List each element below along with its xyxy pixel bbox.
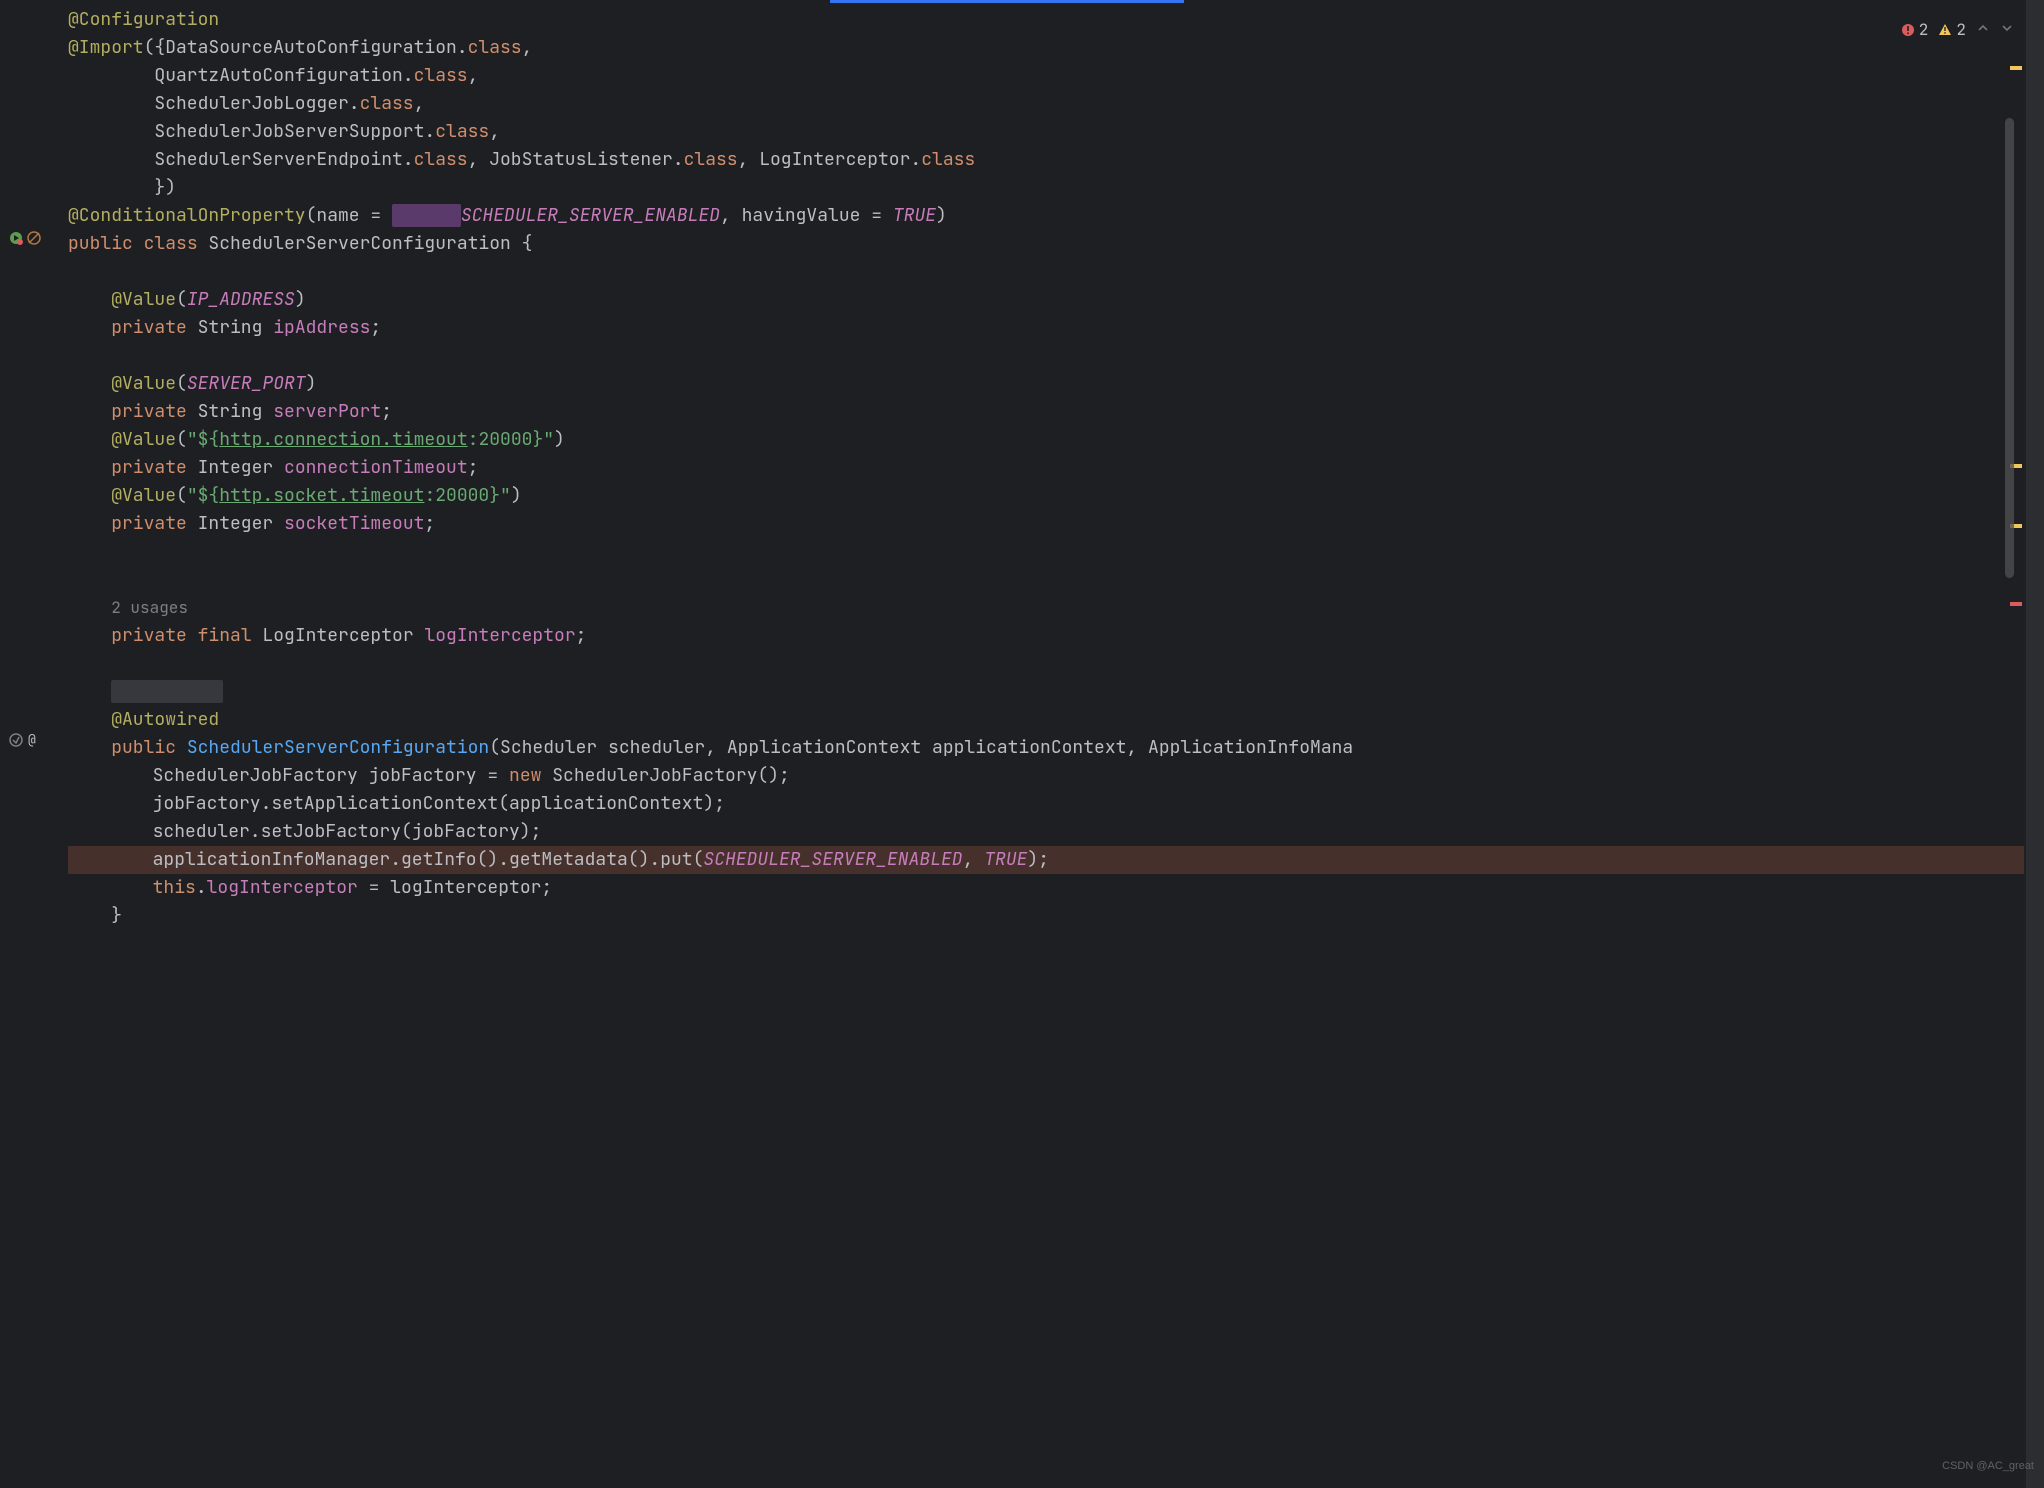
code-line[interactable]: @Value("${http.connection.timeout:20000}… [68, 426, 2024, 454]
usages-hint[interactable]: 2 usages [68, 594, 2024, 622]
svg-text:@: @ [28, 732, 36, 748]
code-line[interactable] [68, 538, 2024, 566]
code-line[interactable]: public class SchedulerServerConfiguratio… [68, 230, 2024, 258]
code-line[interactable]: xxxx xxxx [68, 678, 2024, 706]
code-editor[interactable]: @Configuration @Import({DataSourceAutoCo… [68, 6, 2024, 1488]
code-line[interactable]: private Integer socketTimeout; [68, 510, 2024, 538]
code-line[interactable]: SchedulerJobFactory jobFactory = new Sch… [68, 762, 2024, 790]
code-line[interactable]: @Configuration [68, 6, 2024, 34]
next-highlight-button[interactable] [2000, 16, 2014, 44]
code-line[interactable] [68, 258, 2024, 286]
code-line[interactable]: }) [68, 174, 2024, 202]
run-icon [8, 230, 24, 246]
highlighted-line[interactable]: applicationInfoManager.getInfo().getMeta… [68, 846, 2024, 874]
ctor-gutter-icons[interactable]: @ [8, 732, 58, 748]
code-line[interactable] [68, 566, 2024, 594]
error-count-value: 2 [1919, 16, 1929, 44]
code-line[interactable]: @Value(IP_ADDRESS) [68, 286, 2024, 314]
code-line[interactable]: SchedulerJobServerSupport.class, [68, 118, 2024, 146]
class-gutter-icons[interactable] [8, 230, 58, 246]
warning-count-value: 2 [1956, 16, 1966, 44]
code-line[interactable]: jobFactory.setApplicationContext(applica… [68, 790, 2024, 818]
warning-icon [1938, 23, 1952, 37]
impl-icon [8, 732, 24, 748]
editor-gutter[interactable]: @ [0, 6, 68, 1488]
code-line[interactable]: @Import({DataSourceAutoConfiguration.cla… [68, 34, 2024, 62]
chevron-down-icon [2000, 21, 2014, 35]
warning-count[interactable]: 2 [1938, 16, 1966, 44]
code-line[interactable]: private String serverPort; [68, 398, 2024, 426]
code-line[interactable]: @Value(SERVER_PORT) [68, 370, 2024, 398]
inspection-widget[interactable]: 2 2 [1901, 16, 2014, 44]
code-line[interactable] [68, 342, 2024, 370]
code-line[interactable]: @Autowired [68, 706, 2024, 734]
watermark: CSDN @AC_great [1942, 1452, 2034, 1480]
chevron-up-icon [1976, 21, 1990, 35]
right-tool-strip [2026, 0, 2044, 1488]
code-line[interactable]: private Integer connectionTimeout; [68, 454, 2024, 482]
code-line[interactable]: this.logInterceptor = logInterceptor; [68, 874, 2024, 902]
code-line[interactable]: @ConditionalOnProperty(name = xxxxxxSCHE… [68, 202, 2024, 230]
code-line[interactable]: @Value("${http.socket.timeout:20000}") [68, 482, 2024, 510]
nav-icon [26, 230, 42, 246]
code-line[interactable]: SchedulerJobLogger.class, [68, 90, 2024, 118]
code-line[interactable]: private final LogInterceptor logIntercep… [68, 622, 2024, 650]
code-line[interactable]: public SchedulerServerConfiguration(Sche… [68, 734, 2024, 762]
code-line[interactable]: SchedulerServerEndpoint.class, JobStatus… [68, 146, 2024, 174]
error-icon [1901, 23, 1915, 37]
progress-bar [830, 0, 1184, 3]
prev-highlight-button[interactable] [1976, 16, 1990, 44]
code-line[interactable]: QuartzAutoConfiguration.class, [68, 62, 2024, 90]
anno-icon: @ [26, 732, 42, 748]
code-line[interactable]: scheduler.setJobFactory(jobFactory); [68, 818, 2024, 846]
code-line[interactable]: } [68, 902, 2024, 930]
code-line[interactable]: private String ipAddress; [68, 314, 2024, 342]
error-count[interactable]: 2 [1901, 16, 1929, 44]
code-line[interactable] [68, 650, 2024, 678]
